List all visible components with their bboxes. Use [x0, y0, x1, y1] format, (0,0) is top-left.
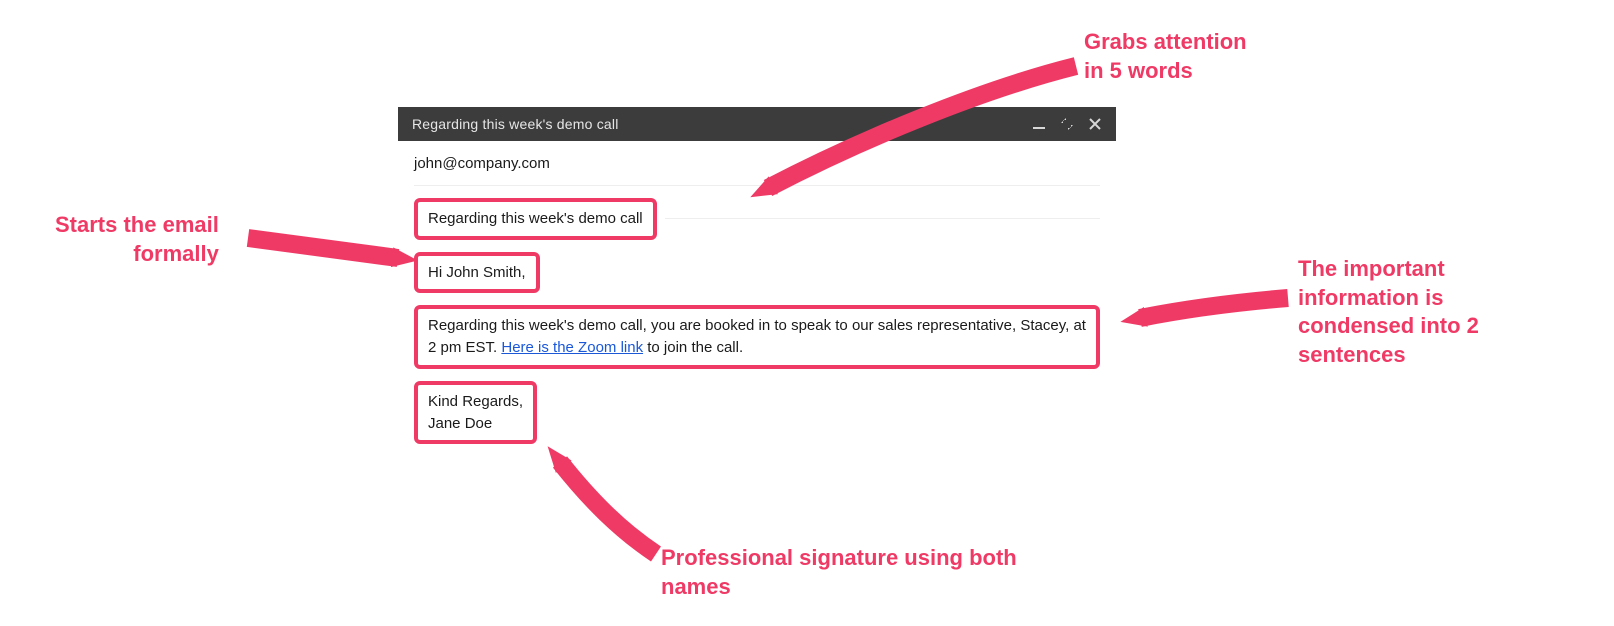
greeting-text: Hi John Smith, — [414, 252, 540, 294]
annotation-condensed-l4: sentences — [1298, 341, 1479, 370]
compose-body: john@company.com Regarding this week's d… — [398, 141, 1116, 460]
annotation-attention: Grabs attention in 5 words — [1084, 28, 1247, 85]
signature-block: Kind Regards, Jane Doe — [414, 381, 537, 445]
expand-icon[interactable] — [1060, 117, 1074, 131]
diagram-stage: Regarding this week's demo call john@com… — [0, 0, 1614, 626]
compose-header: Regarding this week's demo call — [398, 107, 1116, 141]
compose-title: Regarding this week's demo call — [412, 116, 1018, 132]
to-field[interactable]: john@company.com — [414, 151, 1100, 186]
arrow-formal — [248, 238, 398, 258]
arrow-condensed — [1140, 298, 1288, 318]
annotation-formal-l2: formally — [55, 240, 219, 269]
annotation-condensed: The important information is condensed i… — [1298, 255, 1479, 369]
zoom-link[interactable]: Here is the Zoom link — [501, 339, 643, 356]
annotation-condensed-l2: information is — [1298, 284, 1479, 313]
subject-field[interactable]: Regarding this week's demo call — [414, 198, 657, 240]
subject-divider — [665, 218, 1100, 219]
body-after-link: to join the call. — [643, 339, 743, 356]
annotation-condensed-l1: The important — [1298, 255, 1479, 284]
annotation-attention-l1: Grabs attention — [1084, 28, 1247, 57]
annotation-formal-l1: Starts the email — [55, 211, 219, 240]
annotation-signature-l2: names — [661, 573, 1017, 602]
annotation-attention-l2: in 5 words — [1084, 57, 1247, 86]
body-text: Regarding this week's demo call, you are… — [414, 305, 1100, 369]
compose-window: Regarding this week's demo call john@com… — [398, 107, 1116, 460]
subject-row: Regarding this week's demo call — [414, 198, 1100, 240]
minimize-icon[interactable] — [1032, 117, 1046, 131]
annotation-condensed-l3: condensed into 2 — [1298, 312, 1479, 341]
annotation-signature: Professional signature using both names — [661, 544, 1017, 601]
signature-line-2: Jane Doe — [428, 413, 523, 435]
annotation-formal: Starts the email formally — [55, 211, 219, 268]
signature-line-1: Kind Regards, — [428, 391, 523, 413]
annotation-signature-l1: Professional signature using both — [661, 544, 1017, 573]
close-icon[interactable] — [1088, 117, 1102, 131]
arrow-signature — [560, 462, 656, 554]
